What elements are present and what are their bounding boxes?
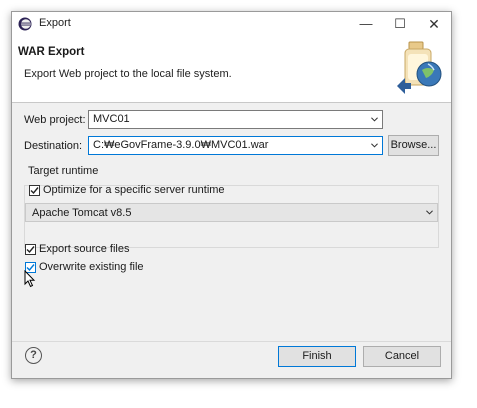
war-export-wizard-icon [397,41,442,94]
page-description: Export Web project to the local file sys… [24,68,232,80]
export-source-label: Export source files [39,243,130,255]
browse-button[interactable]: Browse... [388,135,439,156]
web-project-label: Web project: [24,114,86,126]
window-title: Export [39,17,71,29]
wizard-header: WAR Export Export Web project to the loc… [12,36,451,103]
eclipse-icon [18,17,32,31]
checkmark-icon [30,187,39,195]
server-runtime-value: Apache Tomcat v8.5 [32,207,132,219]
destination-combo[interactable]: C:₩eGovFrame-3.9.0₩MVC01.war [88,136,383,155]
minimize-button[interactable]: — [349,12,383,36]
mouse-cursor-icon [24,270,36,288]
destination-label: Destination: [24,140,83,152]
optimize-runtime-label: Optimize for a specific server runtime [43,184,225,196]
cancel-button[interactable]: Cancel [363,346,441,367]
web-project-combo[interactable]: MVC01 [88,110,383,129]
page-title: WAR Export [18,46,85,58]
close-button[interactable]: ✕ [417,12,451,36]
destination-value: C:₩eGovFrame-3.9.0₩MVC01.war [93,139,269,151]
optimize-runtime-checkbox[interactable] [29,185,40,196]
maximize-button[interactable]: ☐ [383,12,417,36]
server-runtime-select[interactable]: Apache Tomcat v8.5 [25,203,438,222]
chevron-down-icon [426,210,433,215]
checkmark-icon [26,246,35,254]
export-source-checkbox[interactable] [25,244,36,255]
chevron-down-icon [371,143,378,148]
war-export-dialog: Export — ☐ ✕ WAR Export Export Web proje… [11,11,452,379]
chevron-down-icon [371,117,378,122]
finish-button[interactable]: Finish [278,346,356,367]
footer-divider [12,341,451,342]
title-bar: Export — ☐ ✕ [12,12,451,36]
help-button[interactable]: ? [25,347,42,364]
web-project-value: MVC01 [93,113,130,125]
overwrite-label: Overwrite existing file [39,261,144,273]
target-runtime-label: Target runtime [28,165,99,177]
